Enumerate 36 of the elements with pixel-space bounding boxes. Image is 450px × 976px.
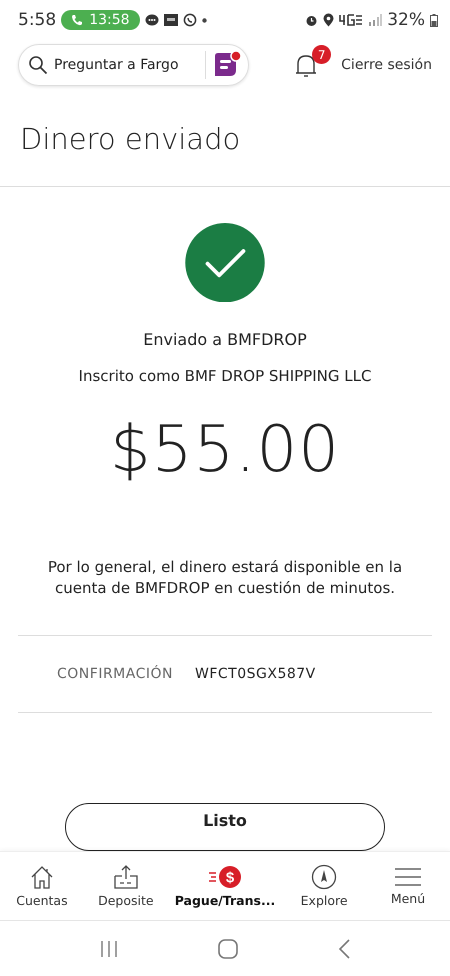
signal-icon [368,14,382,26]
confirmation-label: CONFIRMACIÓN [57,666,173,682]
recipient-text: Enviado a BMFDROP [142,330,308,350]
confirmation-number: WFCT0SGX587V [194,666,316,682]
success-check-icon [184,223,266,302]
location-icon [323,13,334,27]
search-field[interactable]: Preguntar a Fargo [54,57,199,73]
status-time: 5:58 [18,10,56,30]
chat-icon [144,14,159,26]
nav-tab[interactable]: Deposite [90,864,161,908]
recent-apps-icon[interactable] [99,938,119,958]
network-icon [339,14,364,26]
nav-tab[interactable]: Cuentas [6,864,77,908]
nav-tab[interactable]: $ Pague/Trans... [174,864,276,908]
done-button[interactable]: Listo [65,803,385,851]
nav-tab[interactable]: Explore [289,864,360,908]
battery-icon [430,14,438,26]
back-icon[interactable] [337,938,351,960]
search-icon [28,55,48,75]
availability-note: Por lo general, el dinero estará disponible en la cuenta de BMFDROP en cuestión de minutos. [46,557,404,600]
nav-tab[interactable]: Menú [373,866,443,906]
page-title: Dinero enviado [20,122,242,158]
compass-icon [311,864,338,890]
amount-text: $55.00 [109,413,341,488]
alarm-icon [305,14,318,26]
dot-icon [202,18,207,22]
home-button-icon[interactable] [217,938,239,960]
whatsapp-icon [182,13,197,27]
notification-badge: 7 [312,45,332,64]
deposit-icon [112,864,140,890]
enrolled-text: Inscrito como BMF DROP SHIPPING LLC [78,367,372,386]
menu-icon [394,866,422,888]
app-icon [164,14,178,26]
phone-icon [71,14,84,26]
logout-link[interactable]: Cierre sesión [341,57,432,73]
battery-level: 32% [387,10,425,30]
